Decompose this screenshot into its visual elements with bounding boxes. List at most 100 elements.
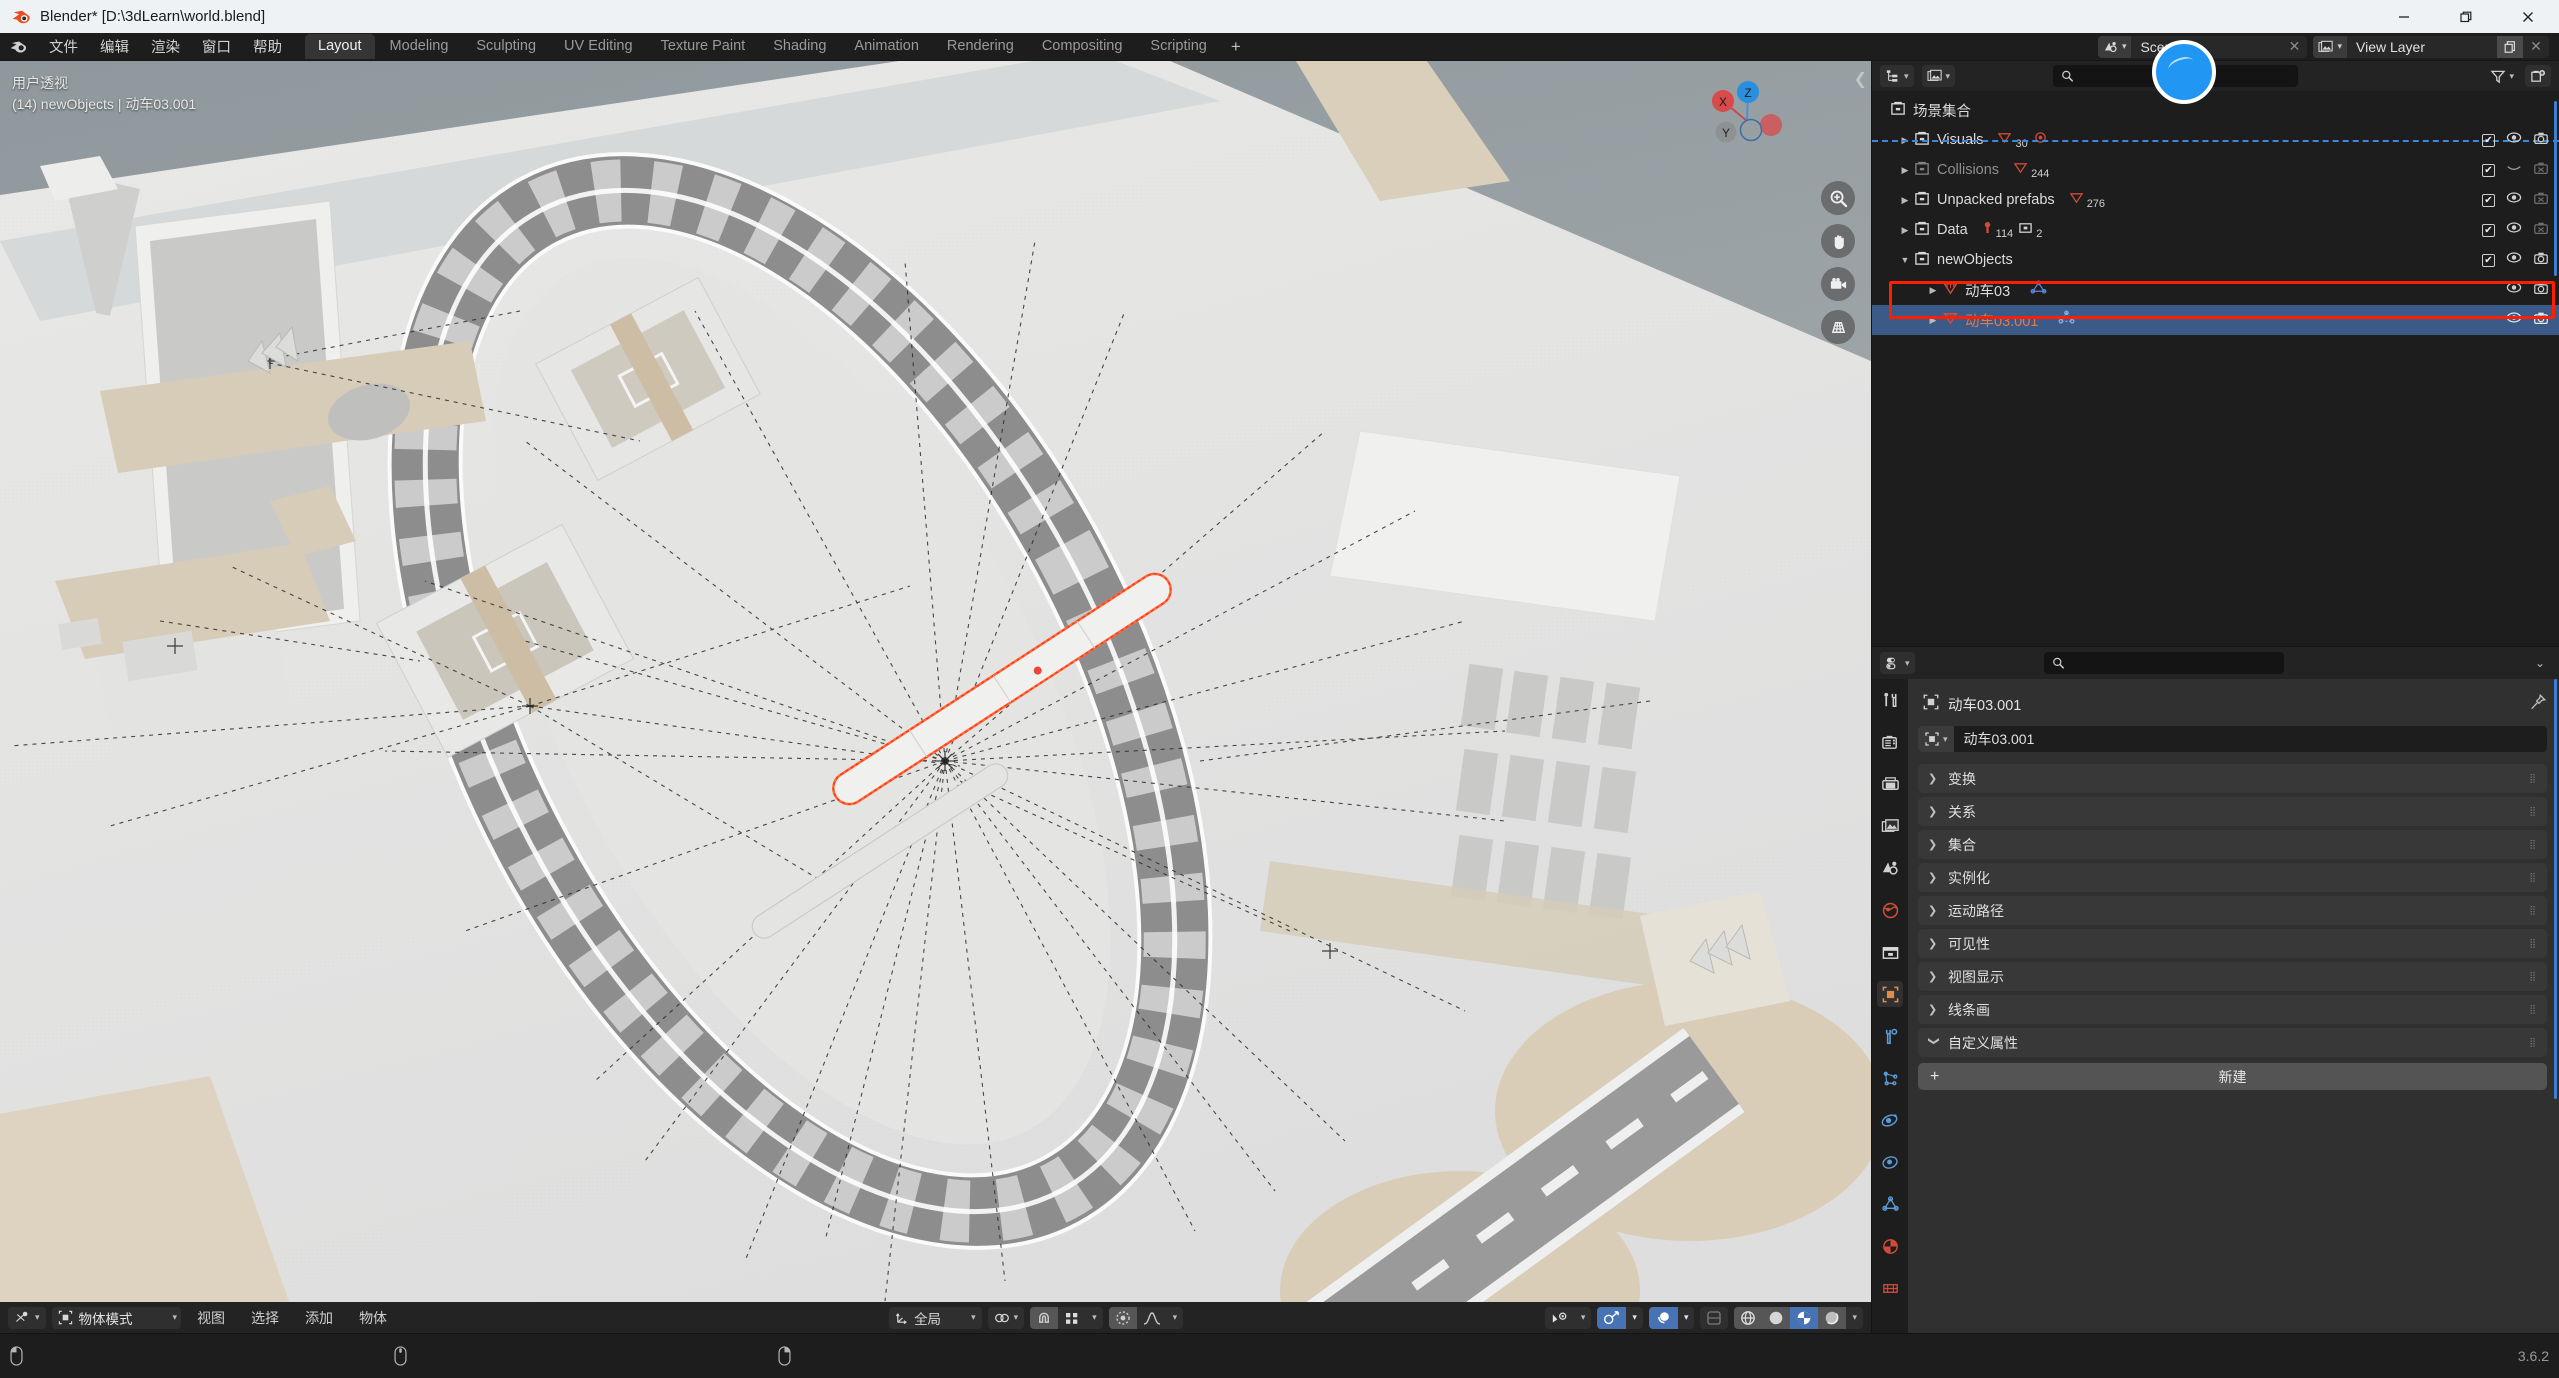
shading-wireframe-icon[interactable] xyxy=(1700,1307,1728,1329)
new-collection-icon[interactable] xyxy=(2524,65,2551,87)
panel-grip[interactable]: ⣿ xyxy=(2529,774,2537,783)
panel-motion-paths[interactable]: ❯ 运动路径 ⣿ xyxy=(1918,896,2547,925)
outliner-row-object-dongche03[interactable]: ▶ 动车03 xyxy=(1872,275,2559,305)
tab-object-icon[interactable] xyxy=(1877,981,1903,1007)
panel-grip[interactable]: ⣿ xyxy=(2529,807,2537,816)
panel-collections[interactable]: ❯ 集合 ⣿ xyxy=(1918,830,2547,859)
tab-scene-icon[interactable] xyxy=(1877,855,1903,881)
remove-view-layer-button[interactable]: ✕ xyxy=(2523,35,2549,58)
falloff-dropdown-icon[interactable]: ▾ xyxy=(1167,1307,1184,1329)
disclosure-triangle[interactable]: ▶ xyxy=(1896,155,1914,185)
falloff-curve-icon[interactable] xyxy=(1137,1307,1167,1329)
tab-collection-icon[interactable] xyxy=(1877,939,1903,965)
tab-output-icon[interactable] xyxy=(1877,771,1903,797)
mesh-data-icon[interactable] xyxy=(2058,310,2075,331)
add-workspace-button[interactable]: + xyxy=(1222,33,1250,61)
disable-in-renders-icon[interactable] xyxy=(2533,131,2549,150)
panel-relations[interactable]: ❯ 关系 ⣿ xyxy=(1918,797,2547,826)
proportional-edit-icon[interactable] xyxy=(1108,1306,1137,1329)
hide-in-viewport-icon[interactable] xyxy=(2506,311,2522,329)
outliner-tree[interactable]: 场景集合 ▶ Visuals 30 ✔ ▶ Collisions 244 ✔ ▶… xyxy=(1872,91,2559,646)
shading-dropdown-icon[interactable]: ▾ xyxy=(1846,1307,1863,1329)
menu-edit[interactable]: 编辑 xyxy=(89,33,140,60)
close-button[interactable] xyxy=(2497,0,2559,33)
tab-scripting[interactable]: Scripting xyxy=(1137,34,1219,59)
panel-line-art[interactable]: ❯ 线条画 ⣿ xyxy=(1918,995,2547,1024)
overlays-group[interactable]: ▾ xyxy=(1597,1306,1643,1329)
show-gizmo-icon[interactable] xyxy=(1545,1307,1575,1329)
tab-tool-icon[interactable] xyxy=(1877,687,1903,713)
shading-buttons[interactable]: ▾ xyxy=(1734,1306,1863,1329)
tab-uv-editing[interactable]: UV Editing xyxy=(551,34,646,59)
navigation-gizmo[interactable]: X Z Y xyxy=(1701,75,1793,167)
interaction-mode-selector[interactable]: 物体模式 ▾ xyxy=(51,1306,182,1329)
outliner-row-visuals[interactable]: ▶ Visuals 30 ✔ xyxy=(1872,125,2559,155)
exclude-checkbox[interactable]: ✔ xyxy=(2482,133,2495,147)
shading-solid-button[interactable] xyxy=(1762,1306,1791,1329)
disable-in-renders-icon[interactable] xyxy=(2533,251,2549,270)
new-custom-property-button[interactable]: + 新建 xyxy=(1918,1063,2547,1090)
editor-type-selector[interactable]: ▾ xyxy=(8,1306,46,1329)
hide-in-viewport-icon[interactable] xyxy=(2506,191,2522,209)
hide-in-viewport-icon[interactable] xyxy=(2506,221,2522,239)
disable-in-renders-icon[interactable] xyxy=(2533,311,2549,330)
tab-texture-icon[interactable] xyxy=(1877,1275,1903,1301)
xray-group[interactable]: ▾ xyxy=(1648,1306,1695,1329)
panel-grip[interactable]: ⣿ xyxy=(2529,1005,2537,1014)
outliner-row-object-dongche03-001[interactable]: ▶ 动车03.001 xyxy=(1872,305,2559,335)
outliner-row-newobjects[interactable]: ▼ newObjects ✔ xyxy=(1872,245,2559,275)
overlays-dropdown-icon[interactable]: ▾ xyxy=(1626,1307,1643,1329)
hide-in-viewport-icon[interactable] xyxy=(2506,131,2522,149)
tab-object-data-icon[interactable] xyxy=(1877,1191,1903,1217)
mesh-data-icon[interactable] xyxy=(2030,280,2047,301)
shading-modes-group[interactable] xyxy=(1700,1306,1729,1329)
proportional-editing-group[interactable]: ▾ xyxy=(1108,1306,1184,1329)
tab-sculpting[interactable]: Sculpting xyxy=(463,34,549,59)
menu-render[interactable]: 渲染 xyxy=(140,33,191,60)
tab-physics-icon[interactable] xyxy=(1877,1107,1903,1133)
tab-render-icon[interactable] xyxy=(1877,729,1903,755)
tab-modifier-icon[interactable] xyxy=(1877,1023,1903,1049)
menu-help[interactable]: 帮助 xyxy=(242,33,293,60)
properties-editor[interactable]: ▾ ⌄ 动车03.001 ▾ 动车03.001 ❯ 变换 ⣿ ❯ 关系 ⣿ ❯ … xyxy=(1871,646,2559,1333)
outliner-row-collisions[interactable]: ▶ Collisions 244 ✔ xyxy=(1872,155,2559,185)
properties-search-input[interactable] xyxy=(2070,655,2276,671)
object-name-value[interactable]: 动车03.001 xyxy=(1954,729,2035,749)
scene-icon[interactable]: ▾ xyxy=(2097,35,2132,58)
gizmo-group[interactable]: ▾ xyxy=(1544,1306,1592,1329)
outliner-row-unpacked-prefabs[interactable]: ▶ Unpacked prefabs 276 ✔ xyxy=(1872,185,2559,215)
tab-shading[interactable]: Shading xyxy=(760,34,839,59)
outliner-editor[interactable]: ▾ ▾ ▾ 场景集合 ▶ Visuals 30 ✔ ▶ Collisions 2… xyxy=(1871,61,2559,646)
exclude-checkbox[interactable]: ✔ xyxy=(2482,223,2495,237)
tab-layout[interactable]: Layout xyxy=(305,34,375,59)
properties-options-dropdown[interactable]: ⌄ xyxy=(2535,654,2551,672)
view-layer-name[interactable]: View Layer xyxy=(2347,35,2497,58)
disable-in-renders-icon[interactable] xyxy=(2533,191,2549,210)
panel-viewport-display[interactable]: ❯ 视图显示 ⣿ xyxy=(1918,962,2547,991)
outliner-scrollbar[interactable] xyxy=(2554,101,2557,276)
new-view-layer-button[interactable] xyxy=(2497,35,2523,58)
tab-texture-paint[interactable]: Texture Paint xyxy=(648,34,759,59)
outliner-row-data[interactable]: ▶ Data 114 2 ✔ xyxy=(1872,215,2559,245)
properties-scrollbar[interactable] xyxy=(2554,679,2557,1099)
tab-modeling[interactable]: Modeling xyxy=(377,34,462,59)
disclosure-triangle[interactable]: ▶ xyxy=(1924,305,1942,335)
ortho-persp-grid-icon[interactable] xyxy=(1821,310,1855,344)
panel-grip[interactable]: ⣿ xyxy=(2529,972,2537,981)
panel-grip[interactable]: ⣿ xyxy=(2529,939,2537,948)
overlays-icon[interactable] xyxy=(1597,1306,1627,1329)
hide-in-viewport-icon[interactable] xyxy=(2506,251,2522,269)
filter-icon[interactable]: ▾ xyxy=(2485,65,2519,87)
viewport-menu-object[interactable]: 物体 xyxy=(349,1306,397,1330)
view-layer-selector[interactable]: ▾ View Layer ✕ xyxy=(2313,35,2549,58)
tab-world-icon[interactable] xyxy=(1877,897,1903,923)
maximize-restore-button[interactable] xyxy=(2435,0,2497,33)
shading-wireframe-button[interactable] xyxy=(1734,1306,1763,1329)
tab-compositing[interactable]: Compositing xyxy=(1029,34,1136,59)
panel-custom-properties[interactable]: ❯ 自定义属性 ⣿ xyxy=(1918,1028,2547,1057)
disclosure-triangle[interactable]: ▶ xyxy=(1924,275,1942,305)
snap-dropdown-icon[interactable]: ▾ xyxy=(1086,1307,1103,1329)
tab-constraints-icon[interactable] xyxy=(1877,1149,1903,1175)
toggle-xray-icon[interactable] xyxy=(1648,1306,1678,1329)
hide-in-viewport-icon[interactable] xyxy=(2506,281,2522,299)
